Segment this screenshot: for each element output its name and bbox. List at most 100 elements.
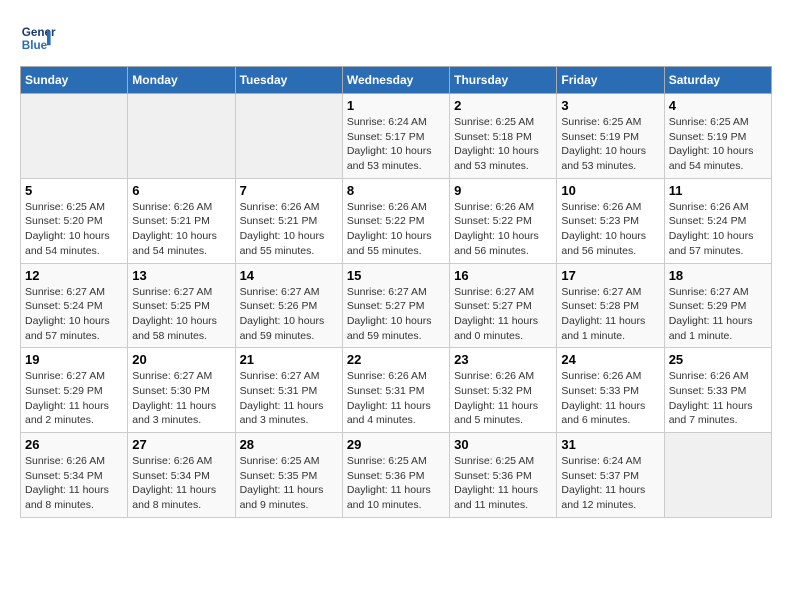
day-info: Sunrise: 6:26 AMSunset: 5:31 PMDaylight:… bbox=[347, 369, 445, 428]
calendar-cell: 25 Sunrise: 6:26 AMSunset: 5:33 PMDayligh… bbox=[664, 348, 771, 433]
calendar-week-row: 1 Sunrise: 6:24 AMSunset: 5:17 PMDaylight… bbox=[21, 94, 772, 179]
calendar-cell: 28Sunrise: 6:25 AMSunset: 5:35 PMDayligh… bbox=[235, 433, 342, 518]
day-info: Sunrise: 6:27 AMSunset: 5:28 PMDaylight:… bbox=[561, 285, 659, 344]
calendar-cell: 7Sunrise: 6:26 AMSunset: 5:21 PMDaylight… bbox=[235, 178, 342, 263]
calendar-cell: 26 Sunrise: 6:26 AMSunset: 5:34 PMDayligh… bbox=[21, 433, 128, 518]
calendar-cell: 31Sunrise: 6:24 AMSunset: 5:37 PMDayligh… bbox=[557, 433, 664, 518]
day-info: Sunrise: 6:25 AMSunset: 5:18 PMDaylight:… bbox=[454, 115, 552, 174]
day-info: Sunrise: 6:27 AMSunset: 5:27 PMDaylight:… bbox=[454, 285, 552, 344]
day-number: 26 bbox=[25, 437, 123, 452]
calendar-week-row: 12 Sunrise: 6:27 AMSunset: 5:24 PMDayligh… bbox=[21, 263, 772, 348]
calendar-cell bbox=[664, 433, 771, 518]
calendar-cell: 27 Sunrise: 6:26 AMSunset: 5:34 PMDayligh… bbox=[128, 433, 235, 518]
calendar-cell bbox=[21, 94, 128, 179]
day-number: 8 bbox=[347, 183, 445, 198]
day-number: 4 bbox=[669, 98, 767, 113]
day-number: 25 bbox=[669, 352, 767, 367]
day-number: 3 bbox=[561, 98, 659, 113]
calendar-cell bbox=[128, 94, 235, 179]
day-number: 2 bbox=[454, 98, 552, 113]
day-info: Sunrise: 6:27 AMSunset: 5:24 PMDaylight:… bbox=[25, 285, 123, 344]
day-number: 16 bbox=[454, 268, 552, 283]
day-info: Sunrise: 6:26 AMSunset: 5:33 PMDaylight:… bbox=[561, 369, 659, 428]
day-info: Sunrise: 6:27 AMSunset: 5:31 PMDaylight:… bbox=[240, 369, 338, 428]
day-info: Sunrise: 6:27 AMSunset: 5:29 PMDaylight:… bbox=[669, 285, 767, 344]
day-number: 1 bbox=[347, 98, 445, 113]
day-info: Sunrise: 6:27 AMSunset: 5:29 PMDaylight:… bbox=[25, 369, 123, 428]
calendar-cell: 21 Sunrise: 6:27 AMSunset: 5:31 PMDayligh… bbox=[235, 348, 342, 433]
calendar-cell: 10 Sunrise: 6:26 AMSunset: 5:23 PMDayligh… bbox=[557, 178, 664, 263]
day-info: Sunrise: 6:27 AMSunset: 5:30 PMDaylight:… bbox=[132, 369, 230, 428]
day-info: Sunrise: 6:27 AMSunset: 5:27 PMDaylight:… bbox=[347, 285, 445, 344]
calendar-cell: 9Sunrise: 6:26 AMSunset: 5:22 PMDaylight… bbox=[450, 178, 557, 263]
day-info: Sunrise: 6:26 AMSunset: 5:34 PMDaylight:… bbox=[132, 454, 230, 513]
day-number: 17 bbox=[561, 268, 659, 283]
day-info: Sunrise: 6:26 AMSunset: 5:34 PMDaylight:… bbox=[25, 454, 123, 513]
calendar-cell: 18 Sunrise: 6:27 AMSunset: 5:29 PMDayligh… bbox=[664, 263, 771, 348]
header-day-wednesday: Wednesday bbox=[342, 67, 449, 94]
day-number: 28 bbox=[240, 437, 338, 452]
day-number: 5 bbox=[25, 183, 123, 198]
day-info: Sunrise: 6:26 AMSunset: 5:24 PMDaylight:… bbox=[669, 200, 767, 259]
calendar-cell: 14 Sunrise: 6:27 AMSunset: 5:26 PMDayligh… bbox=[235, 263, 342, 348]
logo-icon: General Blue bbox=[20, 20, 56, 56]
day-info: Sunrise: 6:25 AMSunset: 5:36 PMDaylight:… bbox=[454, 454, 552, 513]
calendar-cell: 17 Sunrise: 6:27 AMSunset: 5:28 PMDayligh… bbox=[557, 263, 664, 348]
calendar-cell: 22Sunrise: 6:26 AMSunset: 5:31 PMDayligh… bbox=[342, 348, 449, 433]
header-day-saturday: Saturday bbox=[664, 67, 771, 94]
calendar-cell: 19Sunrise: 6:27 AMSunset: 5:29 PMDayligh… bbox=[21, 348, 128, 433]
calendar-week-row: 19Sunrise: 6:27 AMSunset: 5:29 PMDayligh… bbox=[21, 348, 772, 433]
day-number: 23 bbox=[454, 352, 552, 367]
day-info: Sunrise: 6:24 AMSunset: 5:37 PMDaylight:… bbox=[561, 454, 659, 513]
calendar-cell: 8 Sunrise: 6:26 AMSunset: 5:22 PMDaylight… bbox=[342, 178, 449, 263]
day-info: Sunrise: 6:25 AMSunset: 5:20 PMDaylight:… bbox=[25, 200, 123, 259]
day-number: 21 bbox=[240, 352, 338, 367]
calendar-cell: 24 Sunrise: 6:26 AMSunset: 5:33 PMDayligh… bbox=[557, 348, 664, 433]
day-number: 30 bbox=[454, 437, 552, 452]
calendar-cell: 30 Sunrise: 6:25 AMSunset: 5:36 PMDayligh… bbox=[450, 433, 557, 518]
calendar-cell: 13 Sunrise: 6:27 AMSunset: 5:25 PMDayligh… bbox=[128, 263, 235, 348]
calendar-cell: 4Sunrise: 6:25 AMSunset: 5:19 PMDaylight… bbox=[664, 94, 771, 179]
day-number: 14 bbox=[240, 268, 338, 283]
day-info: Sunrise: 6:26 AMSunset: 5:22 PMDaylight:… bbox=[454, 200, 552, 259]
svg-text:General: General bbox=[22, 26, 56, 39]
day-number: 6 bbox=[132, 183, 230, 198]
day-info: Sunrise: 6:26 AMSunset: 5:33 PMDaylight:… bbox=[669, 369, 767, 428]
calendar-cell: 12 Sunrise: 6:27 AMSunset: 5:24 PMDayligh… bbox=[21, 263, 128, 348]
header-day-tuesday: Tuesday bbox=[235, 67, 342, 94]
calendar-cell: 15 Sunrise: 6:27 AMSunset: 5:27 PMDayligh… bbox=[342, 263, 449, 348]
day-number: 10 bbox=[561, 183, 659, 198]
day-info: Sunrise: 6:27 AMSunset: 5:25 PMDaylight:… bbox=[132, 285, 230, 344]
day-info: Sunrise: 6:24 AMSunset: 5:17 PMDaylight:… bbox=[347, 115, 445, 174]
calendar-cell: 3 Sunrise: 6:25 AMSunset: 5:19 PMDaylight… bbox=[557, 94, 664, 179]
day-info: Sunrise: 6:25 AMSunset: 5:19 PMDaylight:… bbox=[561, 115, 659, 174]
day-number: 18 bbox=[669, 268, 767, 283]
header-day-sunday: Sunday bbox=[21, 67, 128, 94]
calendar-cell: 1 Sunrise: 6:24 AMSunset: 5:17 PMDaylight… bbox=[342, 94, 449, 179]
day-number: 7 bbox=[240, 183, 338, 198]
day-info: Sunrise: 6:27 AMSunset: 5:26 PMDaylight:… bbox=[240, 285, 338, 344]
header: General Blue bbox=[20, 20, 772, 56]
calendar-cell: 20 Sunrise: 6:27 AMSunset: 5:30 PMDayligh… bbox=[128, 348, 235, 433]
day-number: 12 bbox=[25, 268, 123, 283]
calendar-week-row: 5 Sunrise: 6:25 AMSunset: 5:20 PMDaylight… bbox=[21, 178, 772, 263]
calendar-cell: 16 Sunrise: 6:27 AMSunset: 5:27 PMDayligh… bbox=[450, 263, 557, 348]
calendar-cell: 2 Sunrise: 6:25 AMSunset: 5:18 PMDaylight… bbox=[450, 94, 557, 179]
calendar-table: SundayMondayTuesdayWednesdayThursdayFrid… bbox=[20, 66, 772, 518]
day-number: 13 bbox=[132, 268, 230, 283]
header-day-monday: Monday bbox=[128, 67, 235, 94]
svg-text:Blue: Blue bbox=[22, 39, 48, 52]
day-info: Sunrise: 6:26 AMSunset: 5:23 PMDaylight:… bbox=[561, 200, 659, 259]
calendar-header-row: SundayMondayTuesdayWednesdayThursdayFrid… bbox=[21, 67, 772, 94]
day-info: Sunrise: 6:26 AMSunset: 5:22 PMDaylight:… bbox=[347, 200, 445, 259]
header-day-thursday: Thursday bbox=[450, 67, 557, 94]
day-number: 11 bbox=[669, 183, 767, 198]
day-number: 15 bbox=[347, 268, 445, 283]
day-number: 29 bbox=[347, 437, 445, 452]
day-info: Sunrise: 6:25 AMSunset: 5:36 PMDaylight:… bbox=[347, 454, 445, 513]
day-info: Sunrise: 6:26 AMSunset: 5:32 PMDaylight:… bbox=[454, 369, 552, 428]
day-number: 20 bbox=[132, 352, 230, 367]
calendar-cell: 29 Sunrise: 6:25 AMSunset: 5:36 PMDayligh… bbox=[342, 433, 449, 518]
day-number: 24 bbox=[561, 352, 659, 367]
day-number: 27 bbox=[132, 437, 230, 452]
